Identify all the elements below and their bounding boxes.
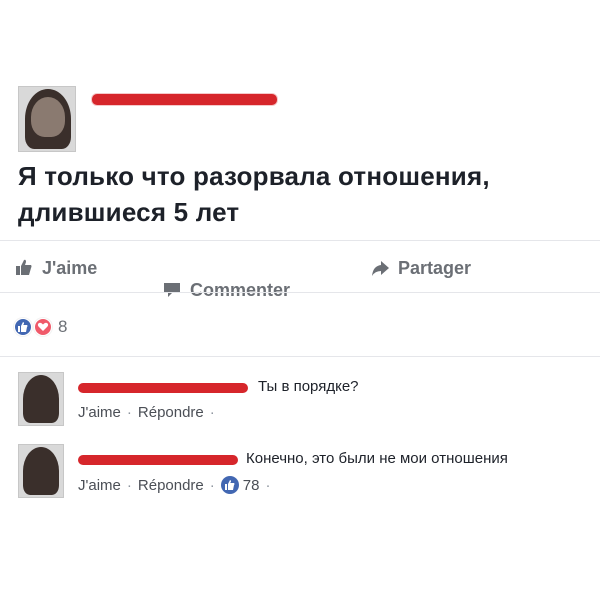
facebook-post-screenshot: Я только что разорвала отношения, дливши…: [0, 0, 600, 597]
comment-like-number: 78: [242, 476, 260, 494]
comment-bubble-icon: [162, 280, 182, 300]
comment-button-label: Commenter: [190, 279, 291, 300]
comment-reply-link[interactable]: Répondre: [138, 477, 204, 494]
commenter-name-redaction: [78, 455, 238, 465]
comment-like-link[interactable]: J'aime: [78, 404, 121, 421]
separator: ·: [209, 476, 215, 494]
comment-like-count[interactable]: 78: [220, 476, 260, 494]
avatar-hair: [23, 447, 59, 495]
reactions-summary[interactable]: 8: [14, 314, 67, 340]
commenter-avatar[interactable]: [18, 444, 64, 498]
commenter-avatar[interactable]: [18, 372, 64, 426]
divider-bottom: [0, 356, 600, 357]
separator: ·: [209, 404, 215, 421]
post-text: Я только что разорвала отношения, дливши…: [18, 161, 490, 227]
divider-top: [0, 240, 600, 241]
commenter-name-redaction: [78, 383, 248, 393]
share-arrow-icon: [370, 258, 390, 278]
post-author-avatar[interactable]: [18, 86, 76, 152]
comment-item: Ты в порядке? J'aime · Répondre ·: [18, 372, 598, 444]
post-action-bar: J'aime Commenter Partager: [14, 254, 574, 300]
share-button[interactable]: Partager: [370, 254, 471, 282]
post-author-name-redaction: [92, 94, 277, 105]
divider-middle: [0, 292, 600, 293]
separator: ·: [265, 476, 271, 494]
share-button-label: Partager: [398, 257, 472, 278]
separator: ·: [126, 404, 132, 421]
avatar-face: [31, 97, 65, 137]
thumbs-up-icon: [14, 258, 34, 278]
comment-text: Ты в порядке?: [258, 378, 359, 395]
like-button[interactable]: J'aime: [14, 254, 97, 282]
comment-reply-link[interactable]: Répondre: [138, 404, 204, 421]
love-reaction-icon: [34, 318, 52, 336]
like-reaction-icon: [14, 318, 32, 336]
comment-actions: J'aime · Répondre · 78 ·: [78, 476, 270, 494]
avatar-hair: [23, 375, 59, 423]
comment-item: Конечно, это были не мои отношения J'aim…: [18, 444, 598, 516]
separator: ·: [126, 476, 132, 494]
comment-like-link[interactable]: J'aime: [78, 477, 121, 494]
like-reaction-icon: [220, 476, 239, 494]
like-button-label: J'aime: [42, 257, 98, 278]
reactions-count: 8: [58, 317, 68, 336]
comment-text: Конечно, это были не мои отношения: [246, 450, 508, 467]
comment-actions: J'aime · Répondre ·: [78, 404, 215, 421]
